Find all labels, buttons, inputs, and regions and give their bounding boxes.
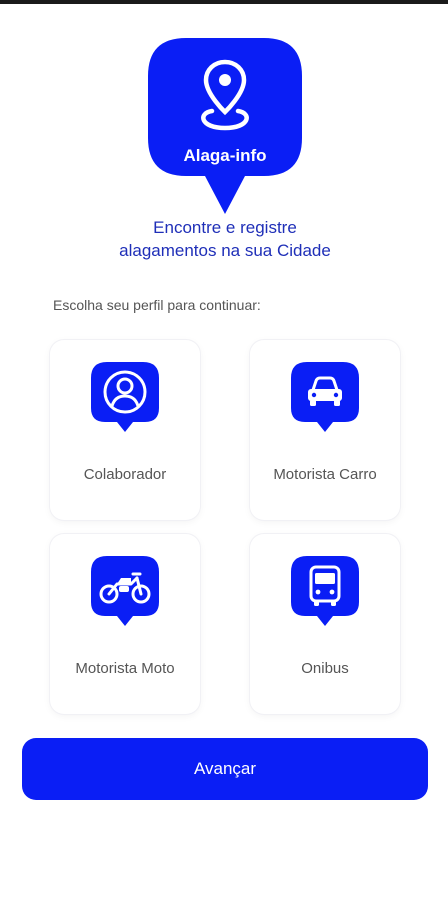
profile-badge — [291, 556, 359, 626]
profile-label: Onibus — [301, 660, 349, 677]
app-name: Alaga-info — [183, 146, 267, 165]
tagline-line-2: alagamentos na sua Cidade — [119, 241, 331, 260]
profile-badge — [91, 362, 159, 432]
profile-label: Motorista Moto — [75, 660, 175, 677]
app-logo: Alaga-info — [148, 38, 302, 214]
profile-prompt: Escolha seu perfil para continuar: — [53, 297, 261, 313]
profile-label: Motorista Carro — [273, 466, 377, 483]
profile-card-onibus[interactable]: Onibus — [250, 534, 400, 714]
profile-card-motorista-moto[interactable]: Motorista Moto — [50, 534, 200, 714]
status-bar — [0, 0, 448, 4]
profile-card-motorista-carro[interactable]: Motorista Carro — [250, 340, 400, 520]
tagline-line-1: Encontre e registre — [153, 218, 297, 237]
tagline: Encontre e registre alagamentos na sua C… — [60, 216, 390, 262]
profile-badge — [91, 556, 159, 626]
profile-badge — [291, 362, 359, 432]
profile-card-colaborador[interactable]: Colaborador — [50, 340, 200, 520]
profile-label: Colaborador — [83, 466, 167, 483]
advance-button[interactable]: Avançar — [22, 738, 428, 800]
